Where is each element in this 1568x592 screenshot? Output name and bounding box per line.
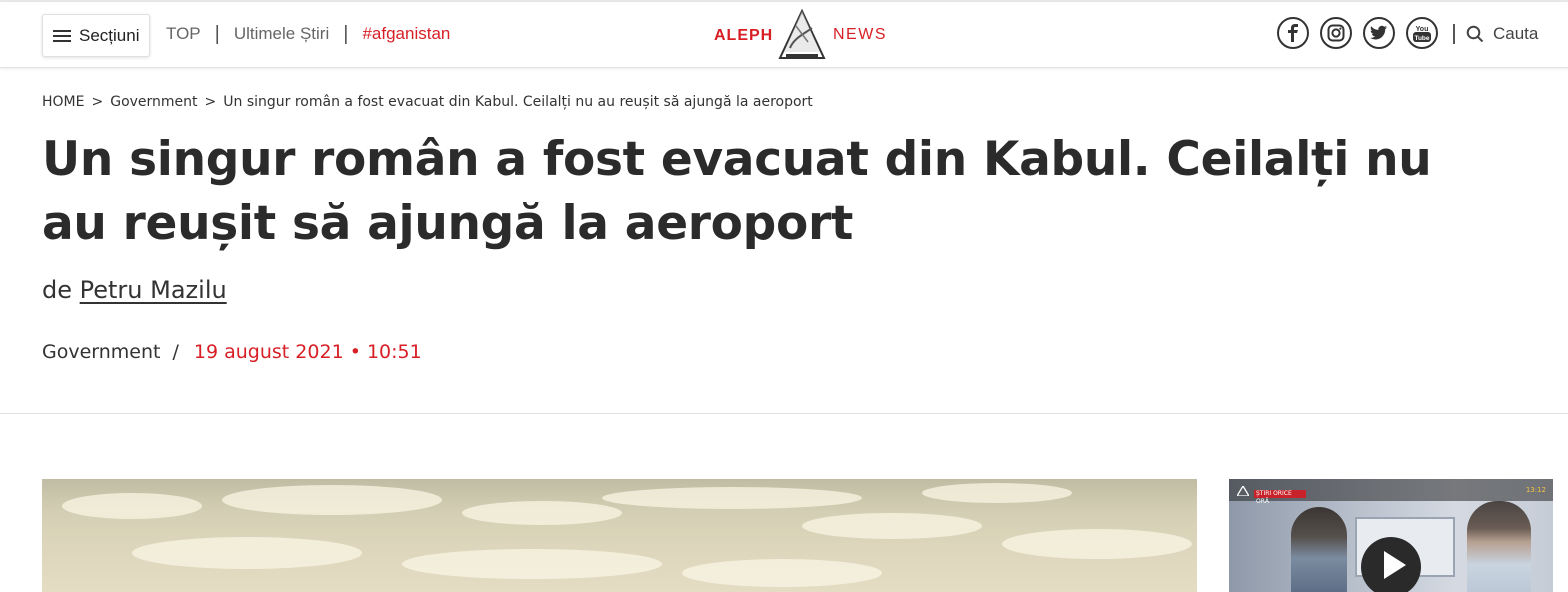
article-byline: de Petru Mazilu bbox=[42, 276, 227, 304]
nav-link-latest-news[interactable]: Ultimele Știri bbox=[234, 24, 329, 44]
breadcrumb-separator: > bbox=[91, 94, 104, 110]
header-divider bbox=[1453, 24, 1455, 44]
twitter-icon[interactable] bbox=[1363, 17, 1395, 49]
play-icon[interactable] bbox=[1361, 537, 1421, 592]
nav-link-top[interactable]: TOP bbox=[166, 24, 201, 44]
youtube-icon[interactable]: You Tube bbox=[1406, 17, 1438, 49]
author-link[interactable]: Petru Mazilu bbox=[80, 276, 227, 304]
channel-logo-icon bbox=[1237, 486, 1249, 496]
nav-link-afganistan-tag[interactable]: #afganistan bbox=[362, 24, 450, 44]
byline-prefix: de bbox=[42, 276, 72, 304]
facebook-icon[interactable] bbox=[1277, 17, 1309, 49]
logo-text-aleph: ALEPH bbox=[714, 27, 774, 44]
section-divider bbox=[0, 413, 1568, 414]
sections-label: Secțiuni bbox=[79, 25, 140, 45]
meta-separator: / bbox=[172, 341, 179, 363]
publish-date: 19 august 2021 • 10:51 bbox=[193, 341, 422, 363]
site-header: Secțiuni TOP | Ultimele Știri | #afganis… bbox=[0, 2, 1568, 68]
video-player-thumbnail[interactable]: ȘTIRI ORICE ORĂ 13:12 bbox=[1229, 479, 1553, 592]
breadcrumb-current: Un singur român a fost evacuat din Kabul… bbox=[223, 94, 813, 110]
svg-text:You: You bbox=[1416, 26, 1429, 33]
search-label: Cauta bbox=[1493, 24, 1539, 43]
video-person-left bbox=[1291, 507, 1347, 592]
nav-separator: | bbox=[214, 22, 220, 45]
search-button[interactable]: Cauta bbox=[1466, 24, 1538, 44]
video-person-right bbox=[1467, 501, 1531, 592]
search-icon bbox=[1466, 25, 1484, 43]
video-clock: 13:12 bbox=[1525, 486, 1546, 494]
article-meta: Government / 19 august 2021 • 10:51 bbox=[42, 341, 422, 363]
top-navigation: TOP | Ultimele Știri | #afganistan bbox=[166, 24, 450, 44]
nav-separator: | bbox=[343, 22, 349, 45]
logo-mark-icon bbox=[778, 8, 826, 59]
aleph-news-logo[interactable]: ALEPH NEWS bbox=[714, 8, 887, 60]
video-ticker-tag: ȘTIRI ORICE ORĂ bbox=[1254, 490, 1306, 505]
article-title: Un singur român a fost evacuat din Kabul… bbox=[42, 132, 1432, 251]
breadcrumb: HOME > Government > Un singur român a fo… bbox=[42, 94, 813, 110]
breadcrumb-home[interactable]: HOME bbox=[42, 94, 84, 110]
hamburger-icon bbox=[53, 29, 71, 43]
category-link[interactable]: Government bbox=[42, 341, 161, 363]
svg-text:Tube: Tube bbox=[1414, 35, 1429, 42]
breadcrumb-separator: > bbox=[204, 94, 217, 110]
social-links: You Tube bbox=[1277, 17, 1449, 49]
instagram-icon[interactable] bbox=[1320, 17, 1352, 49]
logo-text-news: NEWS bbox=[833, 26, 887, 43]
sections-menu-button[interactable]: Secțiuni bbox=[42, 14, 150, 57]
breadcrumb-government[interactable]: Government bbox=[110, 94, 197, 110]
article-hero-image bbox=[42, 479, 1197, 592]
